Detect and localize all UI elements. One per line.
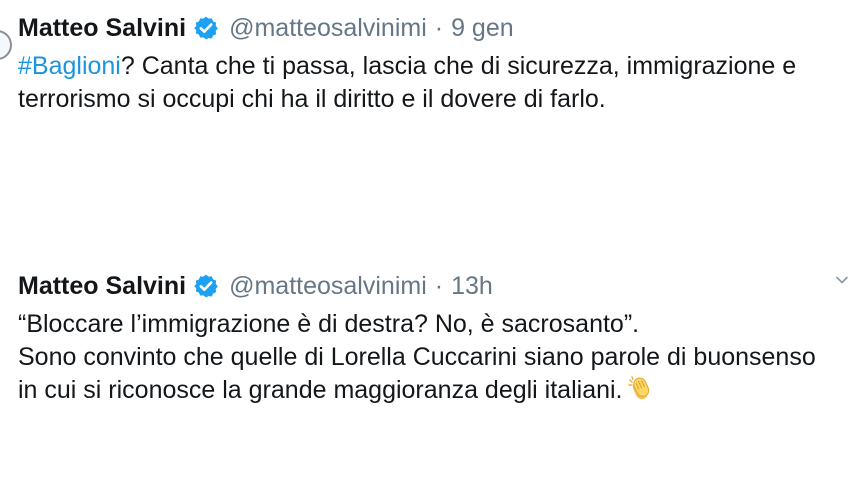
tweet-text-line: “Bloccare l’immigrazione è di destra? No… [18, 310, 640, 338]
clapping-hands-icon [627, 374, 655, 402]
hashtag-link[interactable]: #Baglioni [18, 52, 121, 80]
tweet[interactable]: Matteo Salvini @matteosalvinimi · 13h “B… [18, 266, 848, 407]
header-separator: · [434, 271, 444, 300]
author-name[interactable]: Matteo Salvini [18, 14, 186, 43]
tweet-text: “Bloccare l’immigrazione è di destra? No… [18, 308, 848, 407]
tweet-timestamp[interactable]: 13h [451, 272, 493, 301]
tweet-text: #Baglioni? Canta che ti passa, lascia ch… [18, 50, 848, 116]
chevron-down-icon[interactable] [834, 272, 850, 288]
tweet-text-segment: in cui si riconosce la grande maggioranz… [18, 376, 623, 404]
tweet-timestamp[interactable]: 9 gen [451, 14, 514, 43]
avatar[interactable] [0, 30, 12, 60]
tweet-text-line: terrorismo si occupi chi ha il diritto e… [18, 85, 606, 113]
tweet[interactable]: Matteo Salvini @matteosalvinimi · 9 gen … [18, 8, 848, 116]
header-separator: · [434, 13, 444, 42]
verified-badge-icon [193, 273, 219, 299]
verified-badge-icon [193, 15, 219, 41]
tweet-text-line: Sono convinto che quelle di Lorella Cucc… [18, 343, 816, 371]
author-handle[interactable]: @matteosalvinimi [229, 272, 427, 301]
author-handle[interactable]: @matteosalvinimi [229, 14, 427, 43]
tweet-text-segment: ? Canta che ti passa, lascia che di sicu… [120, 52, 797, 80]
tweet-text-line: #Baglioni? Canta che ti passa, lascia ch… [18, 50, 848, 83]
author-name[interactable]: Matteo Salvini [18, 272, 186, 301]
tweet-header: Matteo Salvini @matteosalvinimi · 9 gen [18, 8, 848, 48]
tweet-text-line: in cui si riconosce la grande maggioranz… [18, 374, 848, 407]
tweet-header: Matteo Salvini @matteosalvinimi · 13h [18, 266, 848, 306]
